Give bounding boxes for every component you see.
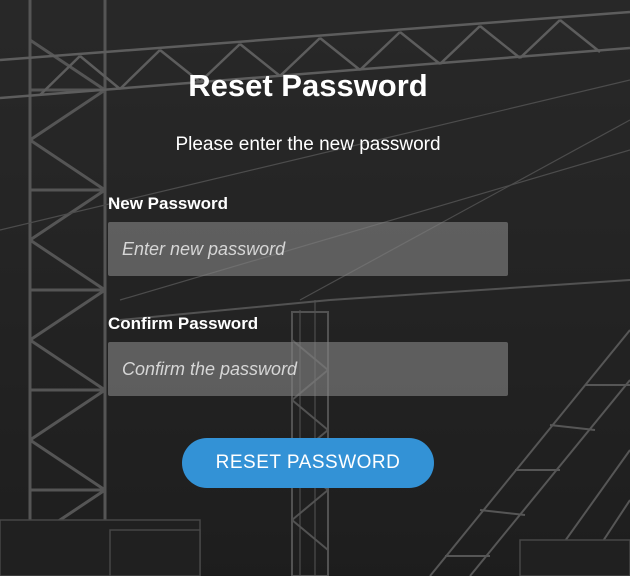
new-password-label: New Password bbox=[108, 194, 228, 213]
page-title: Reset Password bbox=[188, 68, 428, 103]
reset-password-button[interactable]: RESET PASSWORD bbox=[182, 438, 434, 488]
confirm-password-input[interactable] bbox=[108, 342, 508, 396]
confirm-password-label: Confirm Password bbox=[108, 314, 259, 333]
new-password-input[interactable] bbox=[108, 222, 508, 276]
reset-password-form: Reset Password Please enter the new pass… bbox=[0, 0, 630, 576]
page-subtitle: Please enter the new password bbox=[175, 134, 441, 155]
